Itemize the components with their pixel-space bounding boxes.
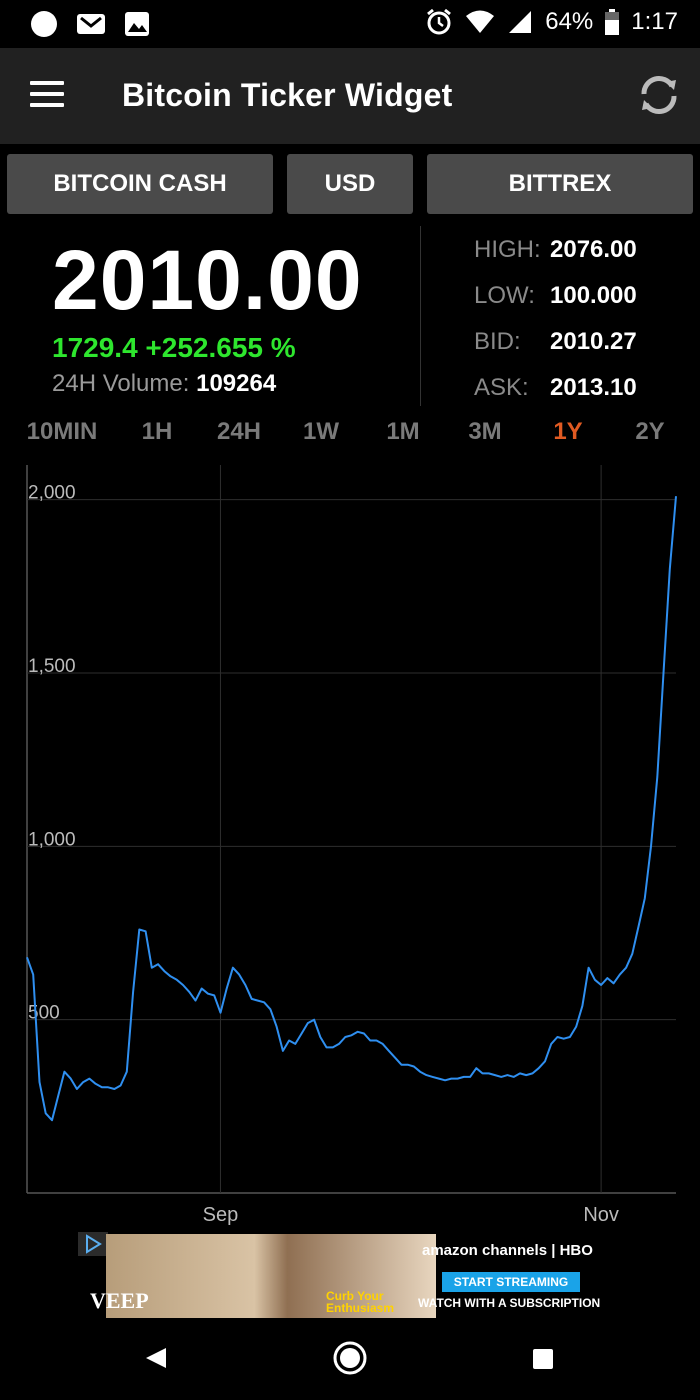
- system-icons: 64% 1:17: [425, 8, 678, 36]
- notification-dot-icon: [31, 11, 57, 37]
- menu-icon[interactable]: [30, 81, 64, 109]
- stat-label: BID:: [474, 328, 521, 355]
- gallery-icon: [125, 12, 149, 36]
- tab-10min[interactable]: 10MIN: [27, 418, 98, 446]
- tab-1h[interactable]: 1H: [142, 418, 173, 446]
- volume-24h: 24H Volume: 109264: [52, 370, 276, 398]
- battery-icon: [605, 9, 620, 35]
- y-tick-label: 500: [28, 1003, 60, 1024]
- tab-1y[interactable]: 1Y: [553, 418, 582, 446]
- ad-banner[interactable]: VEEP Curb Your Enthusiasm amazon channel…: [78, 1232, 624, 1318]
- navigation-bar: [0, 1318, 700, 1400]
- ad-brand: amazon channels | HBO: [422, 1242, 593, 1259]
- stat-label: LOW:: [474, 282, 535, 309]
- gmail-icon: [77, 14, 105, 34]
- tab-2y[interactable]: 2Y: [635, 418, 664, 446]
- ad-show-line: Enthusiasm: [326, 1301, 395, 1315]
- price-change: 1729.4 +252.655 %: [52, 332, 296, 363]
- signal-icon: [509, 11, 532, 33]
- status-bar: 64% 1:17: [0, 0, 700, 48]
- app-bar: Bitcoin Ticker Widget: [0, 48, 700, 144]
- back-icon[interactable]: [144, 1346, 168, 1370]
- ad-show-title-2: Curb Your Enthusiasm: [326, 1290, 394, 1314]
- alarm-icon: [427, 8, 452, 35]
- home-icon[interactable]: [332, 1340, 368, 1376]
- volume-label: 24H Volume:: [52, 370, 190, 397]
- stat-ask: ASK: 2013.10: [474, 374, 637, 420]
- price-chart[interactable]: 500 1,000 1,500 2,000 Sep Nov: [0, 455, 700, 1240]
- stat-value: 2076.00: [550, 236, 637, 263]
- app-title: Bitcoin Ticker Widget: [122, 77, 453, 113]
- stat-value: 100.000: [550, 282, 637, 309]
- volume-value: 109264: [196, 370, 277, 397]
- wifi-icon: [466, 10, 495, 33]
- y-tick-label: 2,000: [28, 483, 76, 504]
- stat-low: LOW: 100.000: [474, 282, 637, 328]
- stats-panel: HIGH: 2076.00 LOW: 100.000 BID: 2010.27 …: [474, 236, 637, 420]
- stat-high: HIGH: 2076.00: [474, 236, 637, 282]
- battery-percent: 64%: [545, 8, 594, 35]
- tab-1m[interactable]: 1M: [386, 418, 419, 446]
- recents-icon[interactable]: [532, 1348, 554, 1370]
- current-price: 2010.00: [52, 233, 363, 327]
- ad-tagline: WATCH WITH A SUBSCRIPTION: [418, 1296, 601, 1310]
- divider: [420, 226, 421, 406]
- x-tick-label: Nov: [583, 1204, 619, 1226]
- stat-bid: BID: 2010.27: [474, 328, 637, 374]
- stat-label: HIGH:: [474, 236, 541, 263]
- stat-label: ASK:: [474, 374, 529, 401]
- y-tick-label: 1,000: [28, 829, 76, 850]
- price-series-line: [26, 496, 677, 1122]
- stat-value: 2013.10: [550, 374, 637, 401]
- exchange-selector-button[interactable]: BITTREX: [427, 154, 693, 214]
- tab-3m[interactable]: 3M: [468, 418, 501, 446]
- tab-1w[interactable]: 1W: [303, 418, 339, 446]
- ad-show-title: VEEP: [90, 1288, 149, 1313]
- ad-cta-button[interactable]: START STREAMING: [442, 1272, 580, 1292]
- y-tick-label: 1,500: [28, 656, 76, 677]
- stat-value: 2010.27: [550, 328, 637, 355]
- notification-icons: [30, 10, 150, 38]
- tab-24h[interactable]: 24H: [217, 418, 261, 446]
- adchoices-icon[interactable]: [78, 1232, 108, 1256]
- clock: 1:17: [631, 8, 678, 35]
- coin-selector-button[interactable]: BITCOIN CASH: [7, 154, 273, 214]
- refresh-icon[interactable]: [636, 72, 682, 118]
- x-tick-label: Sep: [203, 1204, 239, 1226]
- time-range-tabs: 10MIN 1H 24H 1W 1M 3M 1Y 2Y: [0, 418, 700, 450]
- currency-selector-button[interactable]: USD: [287, 154, 413, 214]
